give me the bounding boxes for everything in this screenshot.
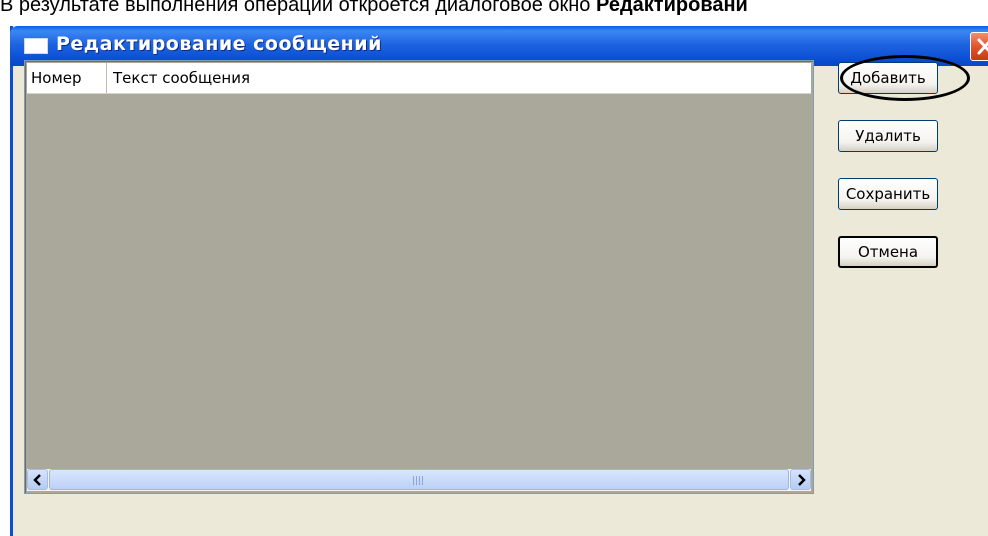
window-icon <box>24 38 48 54</box>
caption-text: В результате выполнения операции откроет… <box>0 0 596 16</box>
delete-button[interactable]: Удалить <box>838 120 938 152</box>
scroll-left-button[interactable] <box>27 469 48 490</box>
scroll-right-button[interactable] <box>790 469 811 490</box>
cancel-button[interactable]: Отмена <box>838 236 938 268</box>
list-header: Номер Текст сообщения <box>27 63 811 94</box>
column-header-number[interactable]: Номер <box>27 63 107 93</box>
column-header-text[interactable]: Текст сообщения <box>107 63 507 93</box>
horizontal-scrollbar[interactable] <box>27 469 811 491</box>
caption-bold-text: Редактировани <box>596 0 748 16</box>
scroll-thumb[interactable] <box>49 469 789 490</box>
chevron-right-icon <box>798 474 806 486</box>
scroll-grip <box>413 476 425 485</box>
close-button[interactable] <box>970 32 988 61</box>
add-button[interactable]: Добавить <box>838 62 938 94</box>
messages-list[interactable]: Номер Текст сообщения <box>24 60 814 494</box>
page-caption: В результате выполнения операции откроет… <box>0 0 988 20</box>
chevron-left-icon <box>33 474 41 486</box>
dialog-title: Редактирование сообщений <box>56 33 382 55</box>
close-icon <box>977 38 988 55</box>
save-button[interactable]: Сохранить <box>838 178 938 210</box>
